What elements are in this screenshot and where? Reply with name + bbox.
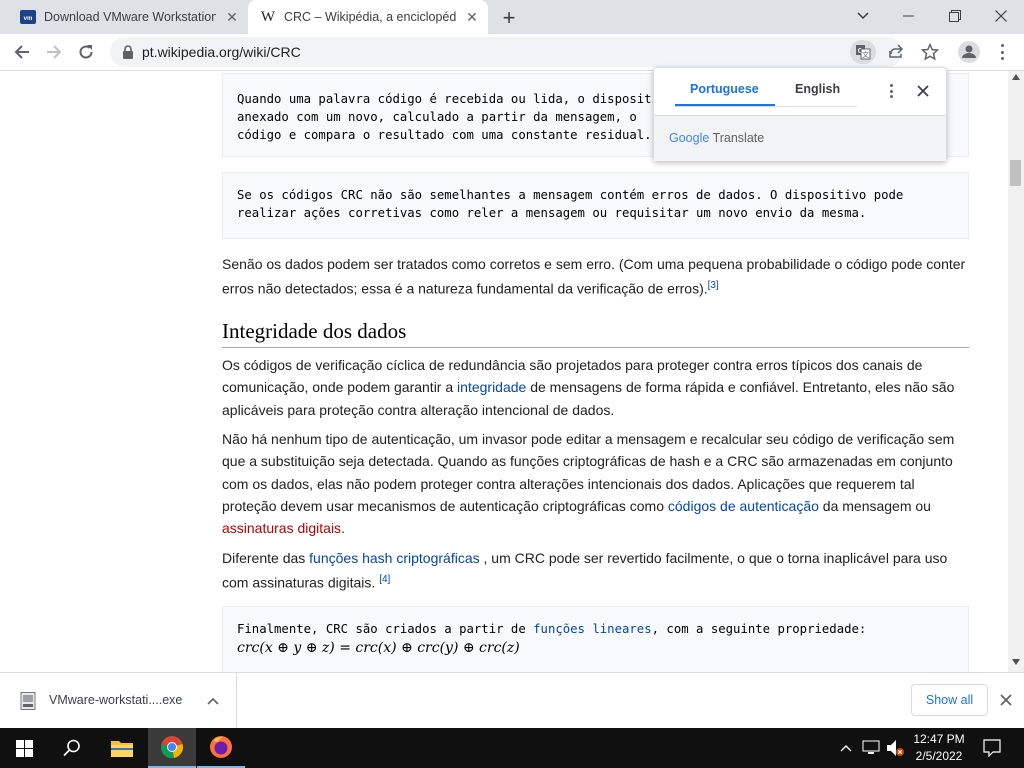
translate-options-icon[interactable] — [889, 84, 893, 98]
share-icon[interactable] — [888, 43, 904, 64]
translate-popup: Portuguese English Google Translate — [653, 67, 947, 161]
google-logo: Google Translate — [669, 131, 764, 145]
google-brand-text: Google — [669, 131, 710, 145]
paragraph-3: Não há nenhum tipo de autenticação, um i… — [222, 428, 972, 539]
scrollbar-thumb[interactable] — [1010, 160, 1021, 186]
tab-title: CRC – Wikipédia, a enciclopédia li — [284, 10, 456, 24]
formula: crc(x ⊕ y ⊕ z) = crc(x) ⊕ crc(y) ⊕ crc(z… — [237, 640, 520, 656]
svg-text:vm: vm — [24, 16, 33, 22]
clock-date: 2/5/2022 — [915, 749, 963, 763]
svg-text:文: 文 — [862, 50, 869, 59]
reload-button[interactable] — [72, 38, 100, 66]
paragraph-text: . — [341, 520, 345, 537]
paragraph-text: Senão os dados podem ser tratados como c… — [222, 256, 966, 297]
search-button[interactable] — [48, 728, 96, 768]
system-clock[interactable]: 12:47 PM 2/5/2022 — [908, 731, 970, 765]
close-tab-icon[interactable]: ✕ — [462, 7, 482, 27]
tab-portuguese[interactable]: Portuguese — [690, 82, 759, 96]
vmware-icon: vm — [20, 9, 36, 25]
chevron-up-icon[interactable] — [207, 697, 219, 705]
tab-title: Download VMware Workstation P — [44, 10, 216, 24]
translate-brand-text: Translate — [712, 131, 765, 145]
code-block-2: Se os códigos CRC não são semelhantes a … — [222, 172, 969, 239]
back-button[interactable] — [8, 38, 36, 66]
reference-link[interactable]: [3] — [708, 280, 719, 291]
assinaturas-digitais-link[interactable]: assinaturas digitais — [222, 520, 341, 536]
web-page-content: Quando uma palavra código é recebida ou … — [0, 71, 1008, 672]
close-download-bar-icon[interactable] — [1000, 694, 1012, 706]
bookmark-star-icon[interactable] — [920, 42, 940, 66]
clock-time: 12:47 PM — [913, 732, 965, 746]
code-line: Se os códigos CRC não são semelhantes a … — [237, 188, 904, 202]
download-item[interactable]: VMware-workstati....exe — [0, 673, 237, 729]
show-all-button[interactable]: Show all — [911, 684, 988, 716]
code-block-3: Finalmente, CRC são criados a partir de … — [222, 606, 969, 672]
search-icon — [63, 739, 80, 757]
code-text: Finalmente, CRC são criados a partir de — [237, 622, 534, 636]
minimize-button[interactable] — [886, 0, 932, 32]
tab-search-button[interactable] — [840, 0, 886, 32]
code-line: realizar ações corretivas como reler a m… — [237, 206, 867, 220]
windows-taskbar: 12:47 PM 2/5/2022 — [0, 728, 1024, 768]
section-heading: Integridade dos dados — [222, 319, 969, 348]
reference-link[interactable]: [4] — [379, 574, 390, 585]
firefox-icon — [210, 736, 232, 758]
tab-crc-wikipedia[interactable]: W CRC – Wikipédia, a enciclopédia li ✕ — [248, 0, 488, 34]
paragraph-text: Diferente das — [222, 550, 310, 566]
chrome-taskbar-button[interactable] — [148, 728, 196, 768]
start-button[interactable] — [0, 728, 48, 768]
scroll-up-arrow-icon[interactable] — [1012, 74, 1020, 80]
forward-button[interactable] — [40, 38, 68, 66]
installer-file-icon — [20, 692, 36, 710]
file-explorer-button[interactable] — [98, 728, 146, 768]
lock-icon[interactable] — [122, 45, 134, 64]
folder-icon — [111, 741, 133, 757]
close-tab-icon[interactable]: ✕ — [222, 7, 242, 27]
download-filename: VMware-workstati....exe — [49, 693, 183, 707]
code-text: , com a seguinte propriedade: — [651, 622, 867, 636]
funcoes-hash-link[interactable]: funções hash criptográficas — [309, 550, 479, 566]
paragraph-1: Senão os dados podem ser tratados como c… — [222, 253, 972, 300]
tab-vmware-download[interactable]: vm Download VMware Workstation P ✕ — [8, 0, 248, 34]
translate-icon[interactable]: G文 — [850, 40, 876, 64]
scroll-down-arrow-icon[interactable] — [1012, 659, 1020, 665]
wikipedia-icon: W — [260, 8, 276, 25]
menu-kebab-icon[interactable] — [994, 44, 1010, 60]
close-translate-icon[interactable] — [917, 85, 929, 97]
notification-icon[interactable] — [983, 739, 1001, 757]
address-bar[interactable]: pt.wikipedia.org/wiki/CRC G文 — [110, 37, 904, 67]
network-icon[interactable] — [862, 740, 880, 756]
tray-chevron-up-icon[interactable] — [840, 744, 852, 752]
integridade-link[interactable]: integridade — [457, 379, 526, 395]
translate-footer: Google Translate — [654, 115, 946, 161]
codigos-autenticacao-link[interactable]: códigos de autenticação — [668, 498, 819, 514]
windows-logo-icon — [15, 739, 33, 757]
chrome-icon — [161, 736, 183, 759]
tab-english[interactable]: English — [795, 82, 840, 96]
funcoes-lineares-link[interactable]: funções lineares — [533, 622, 651, 636]
page-scrollbar[interactable] — [1008, 71, 1024, 672]
url-text: pt.wikipedia.org/wiki/CRC — [142, 44, 301, 60]
code-line: Finalmente, CRC são criados a partir de … — [237, 620, 954, 638]
profile-avatar-icon[interactable] — [958, 41, 980, 63]
new-tab-button[interactable]: + — [497, 5, 521, 30]
paragraph-text: da mensagem ou — [818, 497, 931, 514]
paragraph-4: Diferente das funções hash criptográfica… — [222, 547, 972, 594]
download-bar: VMware-workstati....exe Show all — [0, 672, 1024, 729]
paragraph-2: Os códigos de verificação cíclica de red… — [222, 354, 972, 421]
firefox-taskbar-button[interactable] — [197, 728, 245, 768]
close-window-button[interactable] — [978, 0, 1024, 32]
volume-muted-icon[interactable] — [886, 739, 906, 757]
tab-divider — [675, 106, 857, 107]
restore-button[interactable] — [932, 0, 978, 32]
tab-strip: vm Download VMware Workstation P ✕ W CRC… — [0, 0, 1024, 34]
browser-toolbar: pt.wikipedia.org/wiki/CRC G文 — [0, 34, 1024, 71]
